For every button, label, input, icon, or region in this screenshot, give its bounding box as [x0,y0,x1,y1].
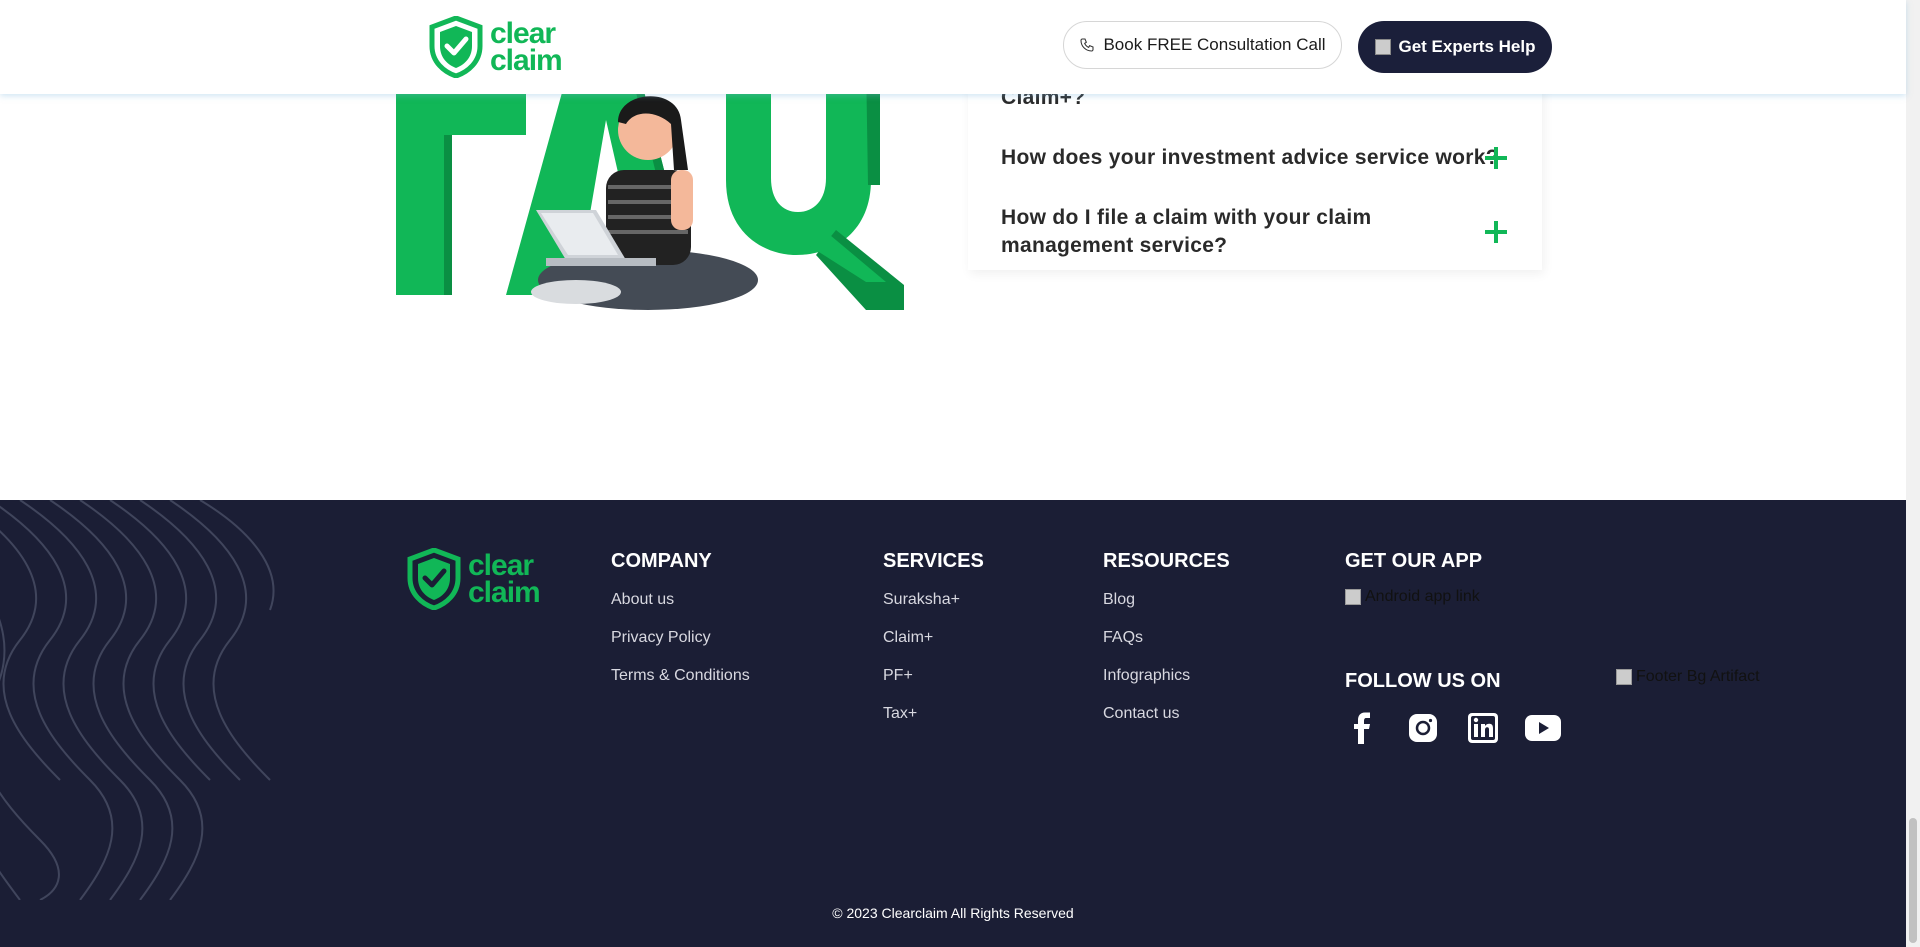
header-logo[interactable]: clear claim [426,16,563,78]
site-footer: clear claim COMPANY About us Privacy Pol… [0,500,1906,947]
plus-icon[interactable] [1485,221,1507,243]
resources-heading: RESOURCES [1103,550,1230,572]
faq-illustration [396,60,904,310]
shield-check-icon [407,548,461,610]
facebook-icon[interactable] [1345,710,1381,746]
footer-link-about[interactable]: About us [611,590,750,628]
phone-icon [1080,38,1095,52]
site-header: clear claim Book FREE Consultation Call … [0,0,1906,94]
services-links: Suraksha+ Claim+ PF+ Tax+ [883,590,960,742]
resources-links: Blog FAQs Infographics Contact us [1103,590,1190,742]
footer-bg-artifact-image: Footer Bg Artifact [1616,668,1760,686]
android-app-link[interactable]: Android app link [1345,588,1480,606]
faq-question-investment[interactable]: How does your investment advice service … [1001,144,1511,172]
company-links: About us Privacy Policy Terms & Conditio… [611,590,750,704]
broken-image-icon [1345,589,1361,605]
copyright-text: © 2023 Clearclaim All Rights Reserved [832,905,1074,921]
page-scrollbar[interactable] [1906,0,1920,947]
book-consultation-button[interactable]: Book FREE Consultation Call [1063,21,1342,69]
footer-link-blog[interactable]: Blog [1103,590,1190,628]
faq-question-file-claim[interactable]: How do I file a claim with your claim ma… [1001,204,1421,260]
footer-link-privacy[interactable]: Privacy Policy [611,628,750,666]
follow-us-heading: FOLLOW US ON [1345,670,1501,692]
instagram-icon[interactable] [1405,710,1441,746]
youtube-icon[interactable] [1525,710,1561,746]
broken-image-icon [1374,39,1391,55]
plus-icon[interactable] [1485,147,1507,169]
footer-link-tax[interactable]: Tax+ [883,704,960,742]
footer-link-infographics[interactable]: Infographics [1103,666,1190,704]
shield-check-icon [429,16,483,78]
social-links [1345,710,1561,746]
broken-image-icon [1616,669,1632,685]
logo-wordmark: clear claim [490,17,563,77]
footer-link-suraksha[interactable]: Suraksha+ [883,590,960,628]
footer-link-faqs[interactable]: FAQs [1103,628,1190,666]
footer-link-pf[interactable]: PF+ [883,666,960,704]
services-heading: SERVICES [883,550,984,572]
footer-link-terms[interactable]: Terms & Conditions [611,666,750,704]
get-app-heading: GET OUR APP [1345,550,1483,572]
page: clear claim Book FREE Consultation Call … [0,0,1906,947]
get-experts-help-button[interactable]: Get Experts Help [1358,21,1552,73]
footer-link-contact[interactable]: Contact us [1103,704,1190,742]
footer-link-claim[interactable]: Claim+ [883,628,960,666]
logo-wordmark: clear claim [468,549,541,609]
company-heading: COMPANY [611,550,712,572]
scrollbar-thumb[interactable] [1909,818,1917,943]
footer-logo[interactable]: clear claim [404,548,541,610]
wave-pattern-decoration [0,500,275,900]
linkedin-icon[interactable] [1465,710,1501,746]
